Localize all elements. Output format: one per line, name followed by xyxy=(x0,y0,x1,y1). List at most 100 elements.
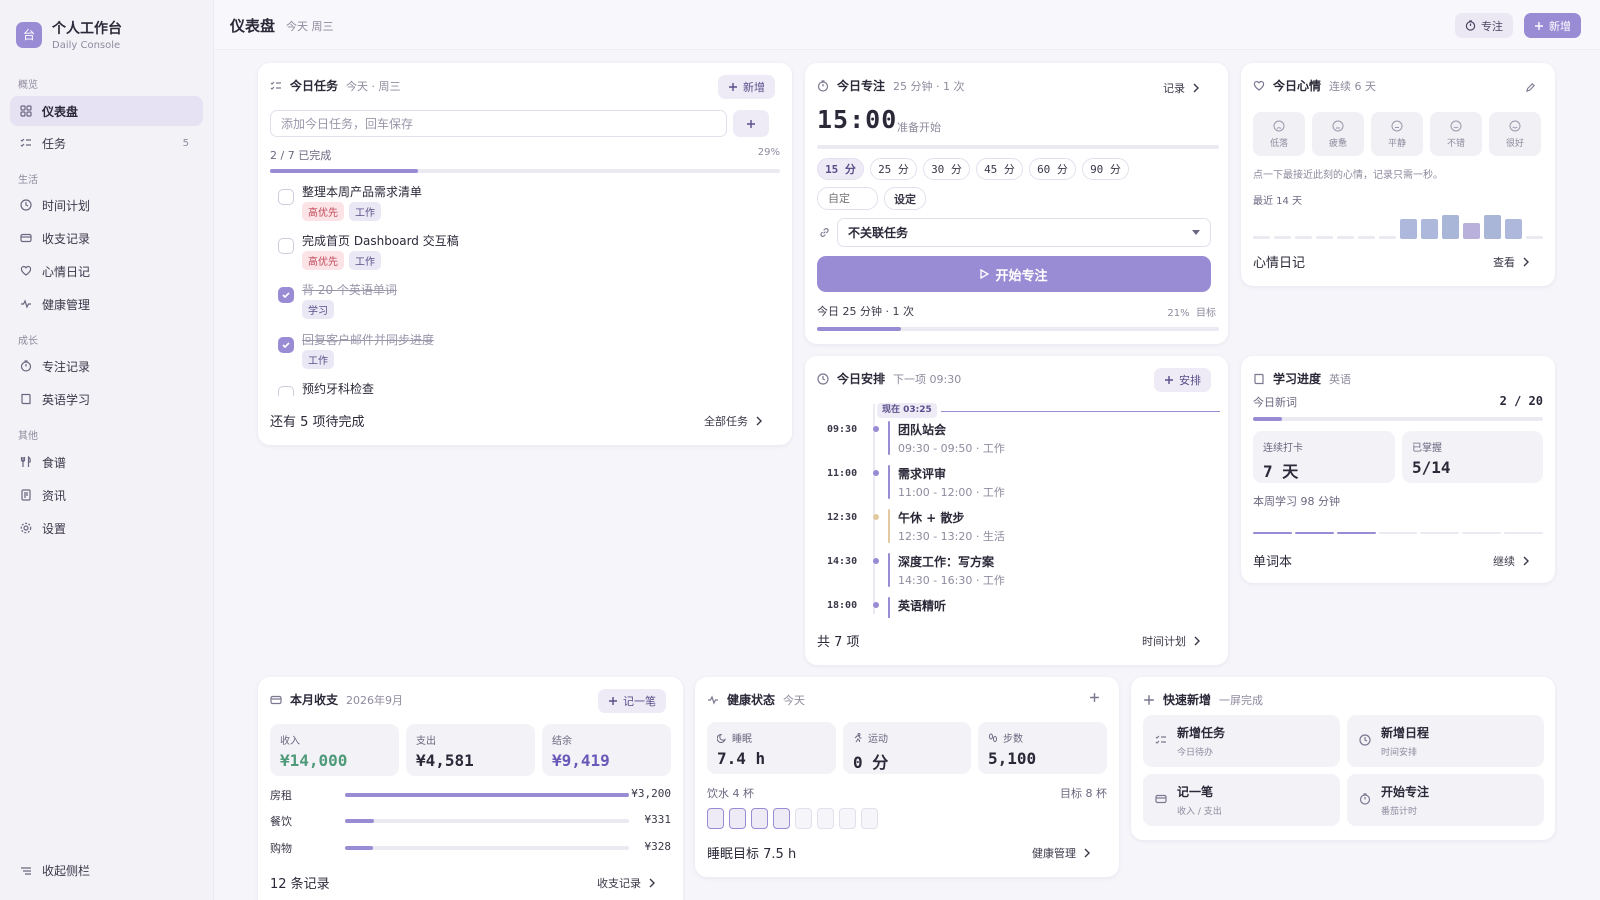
mood-view-label: 查看 xyxy=(1493,256,1515,269)
streak-label: 连续打卡 xyxy=(1263,443,1303,454)
link-icon xyxy=(819,227,831,239)
time-plan-link[interactable]: 时间计划 xyxy=(1142,633,1200,649)
study-card-header: 学习进度 英语 xyxy=(1253,370,1351,387)
mood-option-great[interactable]: 很好 xyxy=(1489,112,1541,156)
water-cup[interactable] xyxy=(817,808,834,829)
week-segment xyxy=(1336,532,1376,534)
add-task-button[interactable]: 新增 xyxy=(718,75,775,99)
focus-goal-percent: 21% xyxy=(1167,308,1190,319)
nav-group-other: 其他 xyxy=(18,431,38,442)
continue-study-link[interactable]: 继续 xyxy=(1493,553,1529,569)
schedule-footer-text: 共 7 项 xyxy=(817,635,860,650)
duration-chip-15[interactable]: 15 分 xyxy=(817,158,864,180)
sidebar-item-mood[interactable]: 心情日记 xyxy=(10,256,203,286)
study-title: 学习进度 xyxy=(1273,372,1322,386)
duration-chip-45[interactable]: 45 分 xyxy=(976,158,1023,180)
streak-stat: 连续打卡 7 天 xyxy=(1253,431,1395,483)
week-segment xyxy=(1378,532,1418,534)
schedule-meta: 14:30 - 16:30 · 工作 xyxy=(898,574,1005,587)
water-cup[interactable] xyxy=(773,808,790,829)
task-checkbox[interactable] xyxy=(278,386,294,396)
sleep-value: 7.4 h xyxy=(717,749,766,768)
mood-option-label: 很好 xyxy=(1505,138,1524,149)
add-record-button[interactable]: 记一笔 xyxy=(598,689,666,713)
add-health-button[interactable] xyxy=(1089,692,1101,704)
task-link-select[interactable]: 不关联任务 xyxy=(837,218,1211,247)
grid-icon xyxy=(20,105,32,117)
focus-records-link[interactable]: 记录 xyxy=(1163,80,1199,96)
finance-records-link[interactable]: 收支记录 xyxy=(597,875,655,891)
quick-add-task-button[interactable]: 新增任务 今日待办 xyxy=(1143,715,1340,767)
timer-icon xyxy=(20,360,32,372)
sidebar-item-tasks[interactable]: 任务 5 xyxy=(10,128,203,158)
quick-add-title-text: 记一笔 xyxy=(1177,785,1214,799)
task-checkbox[interactable] xyxy=(278,337,294,353)
add-button[interactable]: 新增 xyxy=(1524,13,1581,38)
duration-chip-60[interactable]: 60 分 xyxy=(1029,158,1076,180)
water-cup[interactable] xyxy=(839,808,856,829)
sidebar-item-news[interactable]: 资讯 xyxy=(10,480,203,510)
task-row: 背 20 个英语单词 学习 xyxy=(270,281,770,325)
custom-duration-input[interactable] xyxy=(817,187,878,210)
sidebar-item-time-plan[interactable]: 时间计划 xyxy=(10,190,203,220)
task-row: 完成首页 Dashboard 交互稿 高优先 工作 xyxy=(270,232,770,276)
sidebar-item-settings[interactable]: 设置 xyxy=(10,513,203,543)
study-subtitle: 英语 xyxy=(1329,372,1352,386)
health-manage-label: 健康管理 xyxy=(1032,847,1076,860)
task-checkbox[interactable] xyxy=(278,189,294,205)
sidebar-item-focus[interactable]: 专注记录 xyxy=(10,351,203,381)
pulse-icon xyxy=(20,298,32,310)
duration-chip-25[interactable]: 25 分 xyxy=(870,158,917,180)
quick-add-schedule-button[interactable]: 新增日程 时间安排 xyxy=(1347,715,1544,767)
sidebar-item-dashboard[interactable]: 仪表盘 xyxy=(10,96,203,126)
task-row: 整理本周产品需求清单 高优先 工作 xyxy=(270,183,770,227)
mood-history-bar xyxy=(1505,219,1522,239)
mood-history-bar xyxy=(1442,215,1459,239)
schedule-card: 今日安排 下一项 09:30 安排 现在 03:25 09:30 团队站会 09:3… xyxy=(805,356,1228,665)
mood-option-tired[interactable]: 疲惫 xyxy=(1312,112,1364,156)
sidebar-item-health[interactable]: 健康管理 xyxy=(10,289,203,319)
sidebar-item-english[interactable]: 英语学习 xyxy=(10,384,203,414)
set-duration-button[interactable]: 设定 xyxy=(884,187,926,210)
health-card-header: 健康状态 今天 xyxy=(707,691,805,708)
steps-value: 5,100 xyxy=(988,749,1037,768)
quick-add-record-button[interactable]: 记一笔 收入 / 支出 xyxy=(1143,774,1340,826)
focus-records-label: 记录 xyxy=(1163,82,1185,95)
mood-option-good[interactable]: 不错 xyxy=(1430,112,1482,156)
sidebar-item-finance[interactable]: 收支记录 xyxy=(10,223,203,253)
mood-option-calm[interactable]: 平静 xyxy=(1371,112,1423,156)
gear-icon xyxy=(20,522,32,534)
sidebar-item-recipes[interactable]: 食谱 xyxy=(10,447,203,477)
nav-group-overview: 概览 xyxy=(18,80,38,91)
duration-chip-30[interactable]: 30 分 xyxy=(923,158,970,180)
mood-history-bar xyxy=(1358,236,1375,239)
app-logo: 台 xyxy=(16,21,42,48)
mood-option-low[interactable]: 低落 xyxy=(1253,112,1305,156)
run-icon xyxy=(854,732,862,742)
water-cup[interactable] xyxy=(751,808,768,829)
clock-icon xyxy=(20,199,32,211)
mood-view-link[interactable]: 查看 xyxy=(1493,254,1529,270)
chevron-right-icon xyxy=(1194,636,1200,646)
water-cup[interactable] xyxy=(861,808,878,829)
start-focus-button[interactable]: 开始专注 xyxy=(817,256,1211,292)
book-icon xyxy=(1253,373,1265,385)
category-bar xyxy=(345,793,629,797)
schedule-title: 深度工作：写方案 xyxy=(898,555,995,569)
tasks-progress-percent: 29% xyxy=(757,147,780,158)
task-input[interactable] xyxy=(270,110,727,137)
task-checkbox[interactable] xyxy=(278,287,294,303)
water-cup[interactable] xyxy=(795,808,812,829)
all-tasks-link[interactable]: 全部任务 xyxy=(704,413,762,429)
health-manage-link[interactable]: 健康管理 xyxy=(1032,845,1090,861)
duration-chip-90[interactable]: 90 分 xyxy=(1082,158,1129,180)
edit-icon[interactable] xyxy=(1525,82,1537,94)
schedule-bar xyxy=(888,509,890,543)
quick-add-focus-button[interactable]: 开始专注 番茄计时 xyxy=(1347,774,1544,826)
submit-task-button[interactable] xyxy=(733,110,769,137)
water-cup[interactable] xyxy=(729,808,746,829)
collapse-sidebar-button[interactable]: 收起侧栏 xyxy=(20,862,90,879)
task-checkbox[interactable] xyxy=(278,238,294,254)
water-cup[interactable] xyxy=(707,808,724,829)
focus-button[interactable]: 专注 xyxy=(1455,13,1513,38)
